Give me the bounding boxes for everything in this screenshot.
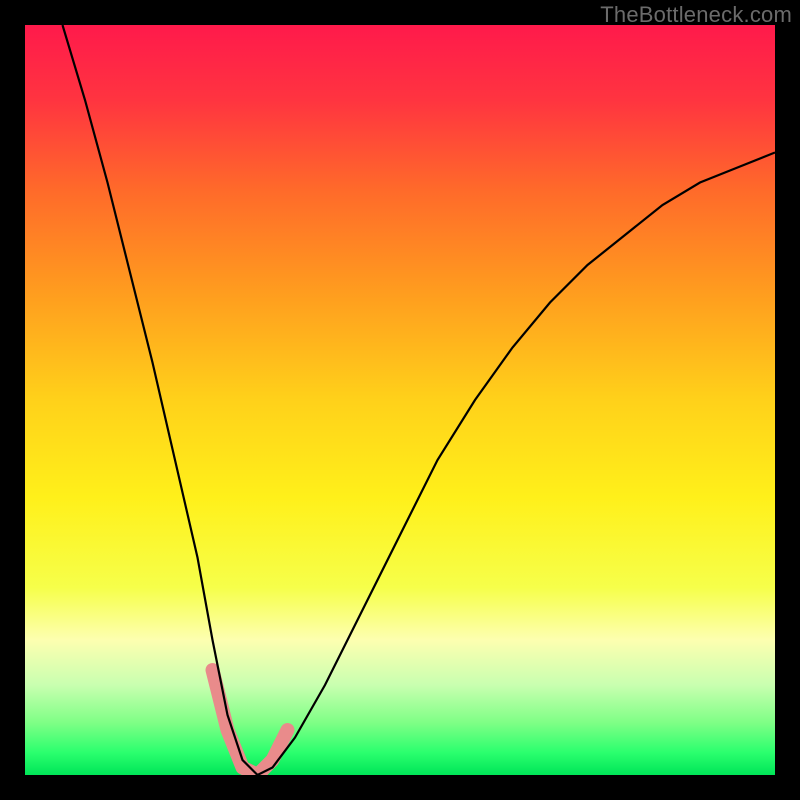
bottleneck-chart [25,25,775,775]
chart-frame [25,25,775,775]
gradient-background [25,25,775,775]
